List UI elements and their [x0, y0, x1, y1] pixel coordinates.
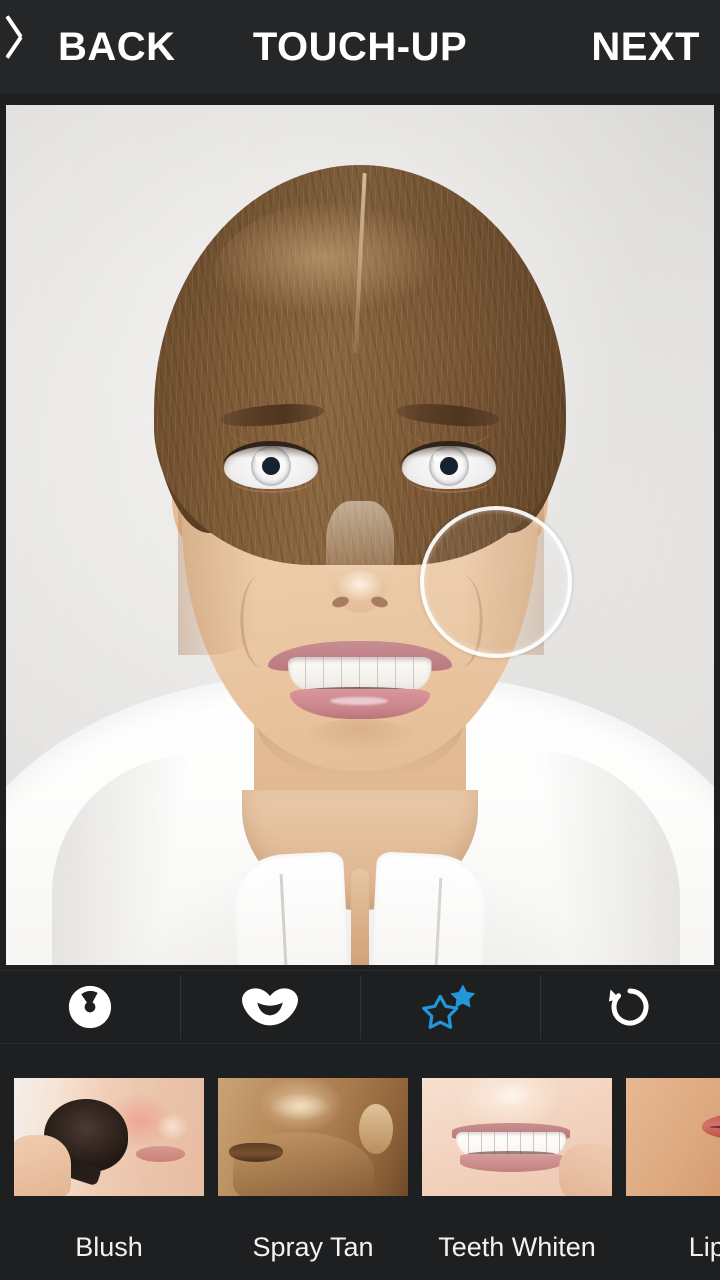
undo-icon: [606, 983, 654, 1031]
teeth-gaps: [288, 657, 432, 691]
tool-undo[interactable]: [540, 971, 720, 1043]
photo-stage: [0, 94, 720, 970]
preset-thumbnail: [218, 1078, 408, 1196]
lips-icon: [242, 986, 298, 1028]
preset-thumbnail: [626, 1078, 720, 1196]
back-button[interactable]: BACK: [18, 0, 186, 94]
thumb-detail: [233, 1132, 374, 1196]
eye-right: [400, 441, 498, 493]
teeth: [288, 657, 432, 691]
mouth: [268, 635, 452, 721]
thumb-detail: [558, 1144, 612, 1196]
preset-label: Spray Tan: [252, 1232, 374, 1262]
brush-circle-overlay[interactable]: [420, 506, 572, 658]
tool-effects[interactable]: [0, 971, 180, 1043]
eyelash-right: [400, 441, 498, 468]
preset-strip[interactable]: Blush Spray Tan Teeth Whiten Lip: [0, 1044, 720, 1280]
photo-canvas[interactable]: [6, 105, 714, 965]
tool-lips[interactable]: [180, 971, 360, 1043]
collar-band-right: [371, 851, 489, 965]
next-button[interactable]: NEXT: [575, 0, 700, 94]
preset-item-spray-tan[interactable]: Spray Tan: [218, 1078, 408, 1261]
lip-gloss-thumbnail-image: [626, 1078, 720, 1196]
thumb-detail: [460, 1153, 563, 1173]
thumb-detail: [259, 1089, 340, 1130]
chin-shadow: [294, 719, 426, 773]
collar: [228, 790, 492, 965]
tool-touch-up[interactable]: [360, 971, 540, 1043]
editor-toolbar: [0, 970, 720, 1044]
top-navigation-bar: BACK TOUCH-UP NEXT: [0, 0, 720, 94]
collar-split: [351, 868, 369, 965]
eyelash-left: [222, 441, 320, 468]
blush-thumbnail-image: [14, 1078, 204, 1196]
aperture-icon: [67, 984, 113, 1030]
stars-icon: [419, 982, 481, 1032]
spray-tan-thumbnail-image: [218, 1078, 408, 1196]
touch-up-screen: BACK TOUCH-UP NEXT Blush Spray Tan Teeth…: [0, 0, 720, 1280]
collar-band-left: [231, 851, 349, 965]
thumb-detail: [14, 1134, 71, 1196]
eye-left: [222, 441, 320, 493]
preset-label: Lip G: [688, 1232, 720, 1262]
preset-thumbnail: [14, 1078, 204, 1196]
back-button-label: BACK: [58, 25, 176, 69]
teeth-whiten-thumbnail-image: [422, 1078, 612, 1196]
portrait-photo: [6, 105, 714, 965]
preset-thumbnail: [422, 1078, 612, 1196]
thumb-detail: [490, 1082, 536, 1114]
preset-label: Teeth Whiten: [438, 1232, 596, 1262]
preset-item-teeth-whiten[interactable]: Teeth Whiten: [422, 1078, 612, 1261]
preset-label: Blush: [75, 1232, 143, 1262]
lip-highlight: [330, 697, 388, 705]
preset-item-lip-gloss[interactable]: Lip G: [626, 1078, 720, 1261]
thumb-detail: [229, 1142, 283, 1162]
preset-item-blush[interactable]: Blush: [14, 1078, 204, 1261]
thumb-detail: [358, 1103, 393, 1154]
preset-strip-track: Blush Spray Tan Teeth Whiten Lip: [14, 1078, 720, 1261]
chevron-left-icon: [18, 24, 44, 70]
thumb-detail: [156, 1111, 195, 1142]
thumb-detail: [135, 1146, 185, 1162]
